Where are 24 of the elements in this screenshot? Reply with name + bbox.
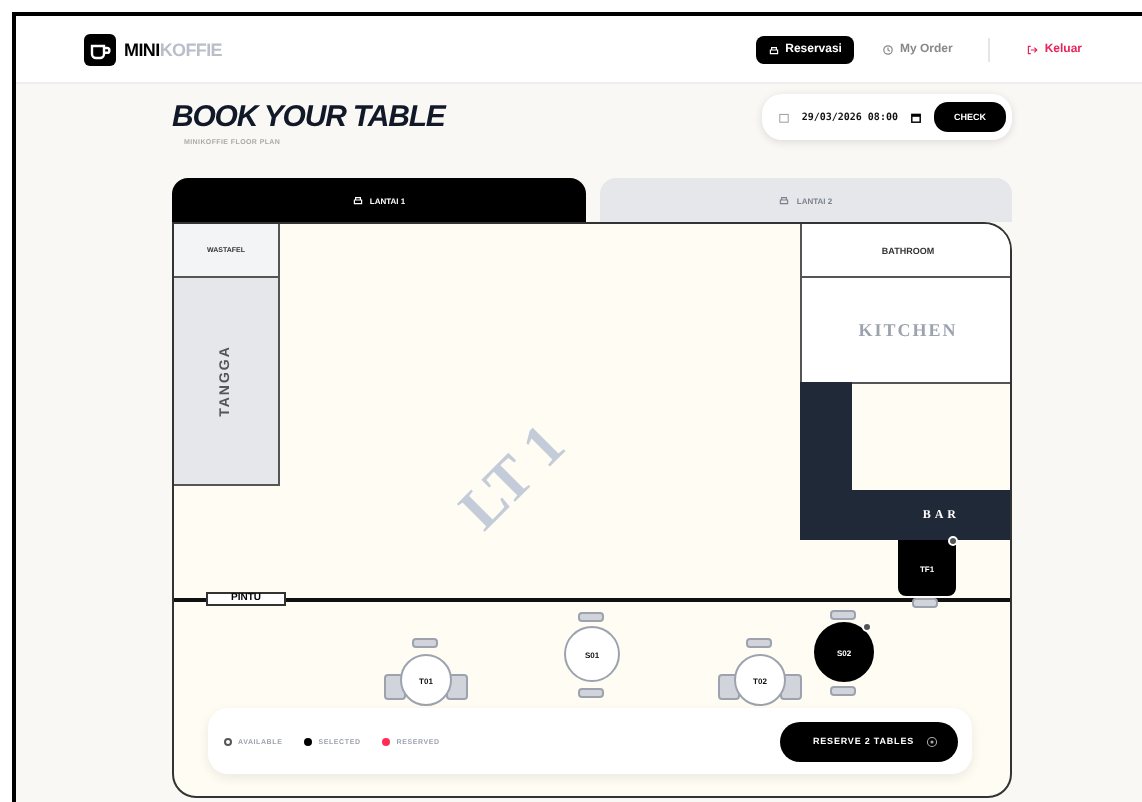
chair — [912, 598, 938, 608]
chair — [718, 674, 740, 700]
page-title: BOOK YOUR TABLE — [172, 100, 445, 134]
logout-icon — [1026, 43, 1039, 55]
chair — [578, 612, 604, 622]
chair — [384, 674, 406, 700]
selected-indicator — [862, 622, 872, 632]
legend-dot — [224, 737, 232, 745]
chair — [578, 688, 604, 698]
calendar-icon[interactable] — [909, 111, 922, 123]
chair — [412, 638, 438, 648]
chair — [746, 638, 772, 648]
history-icon — [881, 43, 894, 55]
chair — [830, 610, 856, 620]
calendar-icon — [777, 111, 790, 123]
legend-dot — [382, 737, 391, 745]
target-icon — [926, 735, 938, 747]
chair — [830, 686, 856, 696]
kitchen-area: KITCHEN — [800, 276, 1010, 384]
brand-name: MINIKOFFIE — [124, 39, 223, 59]
floor-watermark: LT 1 — [447, 412, 580, 544]
selected-indicator — [948, 536, 958, 546]
cup-icon — [84, 33, 116, 65]
legend-dot — [304, 737, 313, 745]
